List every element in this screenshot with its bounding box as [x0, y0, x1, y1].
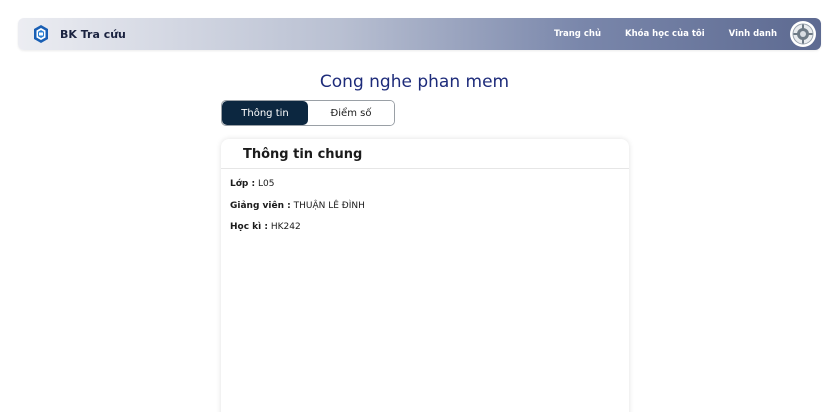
lecturer-label: Giảng viên : — [230, 201, 291, 211]
nav-links: Trang chủ Khóa học của tôi Vinh danh — [554, 18, 777, 50]
avatar-icon — [792, 23, 814, 45]
general-info-card: Thông tin chung Lớp : L05 Giảng viên : T… — [221, 139, 629, 412]
semester-value: HK242 — [268, 222, 301, 232]
tab-info[interactable]: Thông tin — [222, 101, 308, 125]
nav-honors[interactable]: Vinh danh — [729, 29, 777, 39]
course-title: Cong nghe phan mem — [319, 72, 510, 92]
info-row-semester: Học kì : HK242 — [230, 222, 301, 232]
class-value: L05 — [255, 179, 275, 189]
avatar[interactable] — [790, 21, 816, 47]
info-row-lecturer: Giảng viên : THUẬN LÊ ĐÌNH — [230, 201, 365, 211]
lecturer-value: THUẬN LÊ ĐÌNH — [290, 201, 365, 211]
semester-label: Học kì : — [230, 222, 268, 232]
card-divider — [221, 168, 629, 169]
nav-my-courses[interactable]: Khóa học của tôi — [625, 29, 705, 39]
class-label: Lớp : — [230, 179, 256, 189]
top-navbar: BK Tra cứu Trang chủ Khóa học của tôi Vi… — [18, 18, 821, 50]
brand-name: BK Tra cứu — [60, 27, 126, 41]
tab-bar: Thông tin Điểm số — [221, 100, 395, 126]
card-title: Thông tin chung — [243, 147, 363, 162]
page: BK Tra cứu Trang chủ Khóa học của tôi Vi… — [0, 0, 829, 412]
brand[interactable]: BK Tra cứu — [32, 24, 126, 44]
info-row-class: Lớp : L05 — [230, 179, 274, 189]
tab-scores[interactable]: Điểm số — [308, 101, 394, 125]
bk-logo-icon — [34, 25, 48, 43]
nav-home[interactable]: Trang chủ — [554, 29, 601, 39]
